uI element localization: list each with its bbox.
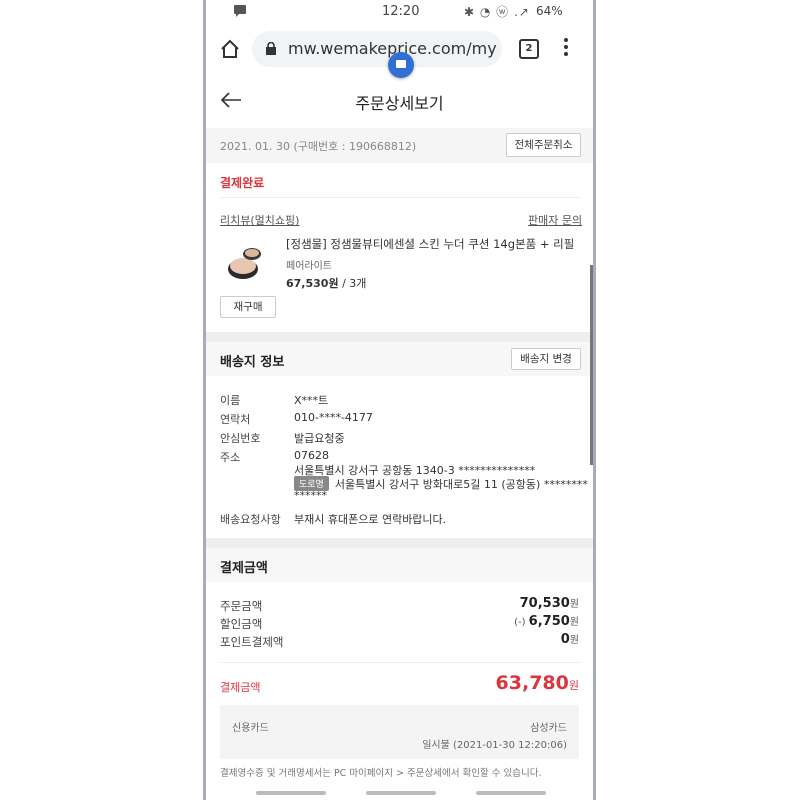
order-amount: 70,530 <box>519 596 570 611</box>
nav-bar-pill <box>366 791 436 795</box>
points-label: 포인트결제액 <box>220 635 284 649</box>
message-notification-icon <box>234 5 246 17</box>
cancel-all-orders-button[interactable]: 전체주문취소 <box>506 133 581 157</box>
address-road: 서울특별시 강서구 방화대로5길 11 (공항동) ******** <box>334 478 588 491</box>
shipping-section-header: 배송지 정보 배송지 변경 <box>206 342 593 376</box>
address-bar[interactable]: mw.wemakeprice.com/mypag <box>252 31 502 67</box>
address-road-line: 도로명 서울특별시 강서구 방화대로5길 11 (공항동) ******** <box>294 476 588 492</box>
product-price: 67,530원 / 3개 <box>286 275 366 291</box>
order-date: 2021. 01. 30 (구매번호 : 190668812) <box>220 140 417 153</box>
address-label: 주소 <box>220 451 241 464</box>
total-label: 결제금액 <box>220 681 261 694</box>
order-amount-label: 주문금액 <box>220 599 263 613</box>
seller-inquiry-link[interactable]: 판매자 문의 <box>528 212 582 228</box>
discount-prefix: (-) <box>514 617 529 628</box>
discount-label: 할인금액 <box>220 617 263 631</box>
discount-amount: 6,750 <box>528 614 570 629</box>
phone-frame-right <box>593 0 596 800</box>
phone-value: 010-****-4177 <box>294 411 373 424</box>
safe-number-label: 안심번호 <box>220 432 261 445</box>
name-label: 이름 <box>220 394 241 407</box>
status-icons: ✱ ◔ ⓦ .↗ <box>464 5 530 19</box>
home-icon[interactable] <box>219 38 241 60</box>
won-unit: 원 <box>569 617 579 628</box>
delivery-request-label: 배송요청사항 <box>220 513 281 526</box>
payment-section-header: 결제금액 <box>206 548 593 582</box>
page-header: 주문상세보기 <box>206 74 593 129</box>
scrollbar[interactable] <box>590 265 593 465</box>
status-bar: 12:20 ✱ ◔ ⓦ .↗ 64% <box>206 0 593 24</box>
seller-link[interactable]: 리치뷰(멀치쇼핑) <box>220 212 299 228</box>
installment-info: 일시불 (2021-01-30 12:20:06) <box>422 740 567 751</box>
phone-screen: 12:20 ✱ ◔ ⓦ .↗ 64% mw.wemakeprice.com/my… <box>206 0 593 800</box>
change-address-button[interactable]: 배송지 변경 <box>511 348 581 370</box>
postal-code: 07628 <box>294 449 329 462</box>
order-status: 결제완료 <box>220 176 265 190</box>
order-amount-value: 70,530원 <box>520 595 579 611</box>
card-name: 삼성카드 <box>530 723 567 734</box>
chat-bubble-icon[interactable] <box>388 52 414 78</box>
product-option: 페어라이트 <box>286 261 332 272</box>
product-name[interactable]: [정샘물] 정샘물뷰티에센셜 스킨 누더 쿠션 14g본품 + 리필 <box>286 236 586 252</box>
name-value: X***트 <box>294 394 329 407</box>
won-unit: 원 <box>569 635 579 646</box>
payment-method-box: 신용카드 삼성카드 일시불 (2021-01-30 12:20:06) <box>220 705 579 759</box>
total-amount: 63,780 <box>495 672 569 694</box>
won-unit: 원 <box>569 599 579 610</box>
receipt-note: 결제영수증 및 거래명세서는 PC 마이페이지 > 주문상세에서 확인할 수 있… <box>220 768 542 779</box>
overflow-menu-icon[interactable] <box>564 38 568 58</box>
price-value: 67,530원 <box>286 277 339 290</box>
quantity-value: / 3개 <box>338 277 367 290</box>
points-amount: 0 <box>560 632 570 647</box>
delivery-request-value: 부재시 휴대폰으로 연락바랍니다. <box>294 513 447 526</box>
product-thumbnail[interactable] <box>222 240 268 286</box>
discount-value: (-) 6,750원 <box>514 613 579 629</box>
nav-bar-pill <box>476 791 546 795</box>
status-time: 12:20 <box>382 4 420 19</box>
section-separator <box>206 332 593 342</box>
payment-title: 결제금액 <box>220 561 268 576</box>
safe-number-value: 발급요청중 <box>294 432 345 445</box>
nav-bar-pill <box>256 791 326 795</box>
payment-method: 신용카드 <box>232 723 269 734</box>
phone-label: 연락처 <box>220 413 251 426</box>
shipping-title: 배송지 정보 <box>220 355 285 370</box>
address-road-cont: ****** <box>294 489 327 502</box>
page-title: 주문상세보기 <box>355 94 444 113</box>
total-value: 63,780원 <box>496 672 579 694</box>
section-separator <box>206 538 593 548</box>
divider <box>220 197 581 198</box>
tab-switcher-button[interactable]: 2 <box>519 39 539 59</box>
points-value: 0원 <box>561 631 579 647</box>
lock-icon <box>266 42 276 55</box>
battery-level: 64% <box>536 4 563 18</box>
order-meta-bar: 2021. 01. 30 (구매번호 : 190668812) 전체주문취소 <box>206 128 593 163</box>
divider <box>220 662 581 663</box>
won-unit: 원 <box>568 679 579 692</box>
rebuy-button[interactable]: 재구매 <box>220 296 276 318</box>
